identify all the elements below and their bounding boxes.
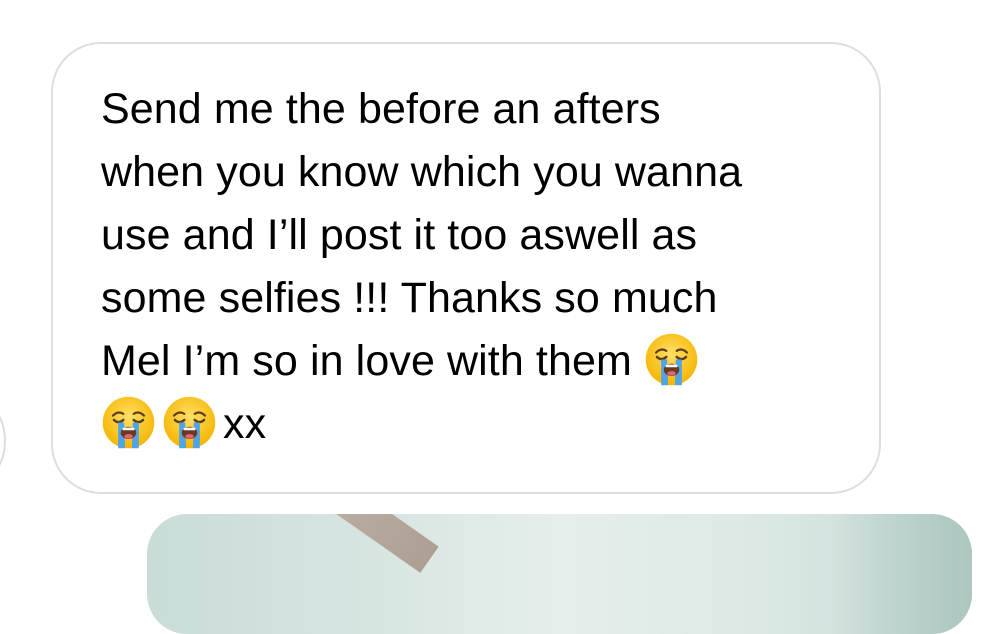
- loudly-crying-face-icon: [162, 395, 217, 450]
- photo-shade: [832, 514, 972, 634]
- message-line-3: use and I’ll post it too aswell as: [101, 211, 698, 259]
- message-line-4: some selfies !!! Thanks so much: [101, 274, 718, 322]
- message-sign-off: xx: [223, 400, 267, 448]
- loudly-crying-face-icon: [644, 332, 699, 387]
- avatar[interactable]: [0, 405, 6, 477]
- photo-detail: [322, 514, 439, 573]
- message-bubble[interactable]: Send me the before an afters when you kn…: [51, 42, 881, 494]
- message-text: Send me the before an afters when you kn…: [101, 78, 846, 456]
- shared-photo[interactable]: [147, 514, 972, 634]
- message-line-2: when you know which you wanna: [101, 148, 743, 196]
- message-line-1: Send me the before an afters: [101, 85, 661, 133]
- loudly-crying-face-icon: [101, 395, 156, 450]
- message-line-5: Mel I’m so in love with them: [101, 337, 632, 385]
